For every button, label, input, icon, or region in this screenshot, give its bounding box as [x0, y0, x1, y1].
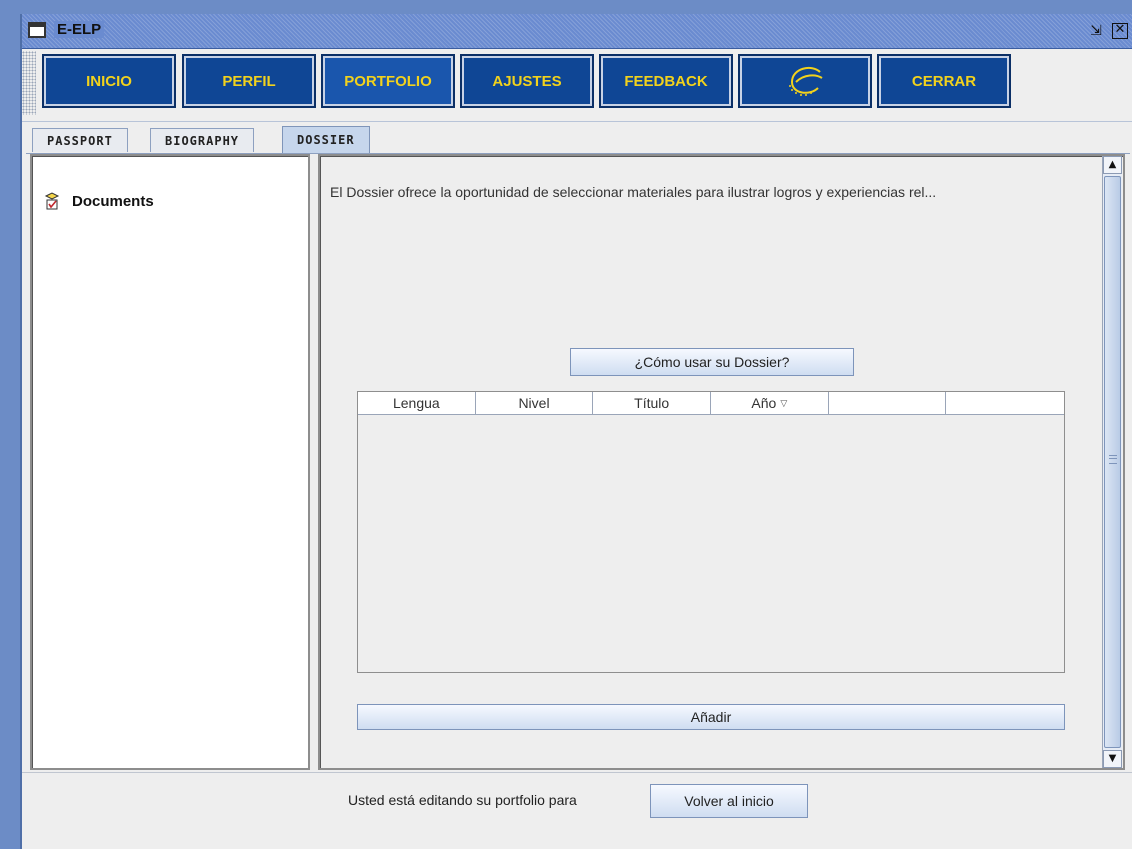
vertical-scrollbar[interactable]: ▲ ▼ — [1102, 156, 1122, 768]
council-of-europe-logo-icon — [789, 66, 823, 96]
scroll-up-icon[interactable]: ▲ — [1103, 156, 1122, 174]
section-tabs: PASSPORT BIOGRAPHY DOSSIER — [26, 126, 1132, 154]
documents-table[interactable]: Lengua Nivel Título Año ▽ — [357, 391, 1065, 673]
nav-ajustes-button[interactable]: AJUSTES — [460, 54, 594, 108]
document-tree-panel: Documents — [30, 154, 310, 770]
main-nav-bar: INICIO PERFIL PORTFOLIO AJUSTES FEEDBACK… — [22, 49, 1132, 122]
toolbar-grip[interactable] — [22, 51, 36, 115]
table-header: Lengua Nivel Título Año ▽ — [358, 392, 1064, 415]
column-header-ano[interactable]: Año ▽ — [711, 392, 829, 414]
column-header-ano-label: Año — [751, 395, 777, 411]
column-header-titulo[interactable]: Título — [593, 392, 712, 414]
scroll-thumb[interactable] — [1104, 176, 1121, 748]
nav-feedback-button[interactable]: FEEDBACK — [599, 54, 733, 108]
footer-divider — [22, 772, 1132, 773]
window-title: E-ELP — [54, 21, 105, 38]
column-header-nivel[interactable]: Nivel — [476, 392, 594, 414]
back-to-home-button[interactable]: Volver al inicio — [650, 784, 808, 818]
restore-icon[interactable]: ⇲ — [1088, 23, 1104, 39]
scroll-grip-icon — [1109, 455, 1117, 464]
nav-perfil-button[interactable]: PERFIL — [182, 54, 316, 108]
dossier-panel: El Dossier ofrece la oportunidad de sele… — [318, 154, 1125, 770]
window-icon — [28, 22, 46, 38]
document-check-icon — [44, 192, 60, 210]
scroll-down-icon[interactable]: ▼ — [1103, 750, 1122, 768]
tree-item-documents[interactable]: Documents — [44, 192, 154, 210]
column-header-empty-1[interactable] — [829, 392, 947, 414]
nav-cerrar-button[interactable]: CERRAR — [877, 54, 1011, 108]
column-header-empty-2[interactable] — [946, 392, 1064, 414]
tree-item-label: Documents — [72, 192, 154, 210]
nav-inicio-button[interactable]: INICIO — [42, 54, 176, 108]
sort-descending-icon: ▽ — [780, 397, 788, 408]
dossier-description: El Dossier ofrece la oportunidad de sele… — [330, 184, 937, 200]
nav-portfolio-button[interactable]: PORTFOLIO — [321, 54, 455, 108]
close-icon[interactable]: ✕ — [1112, 23, 1128, 39]
title-bar[interactable]: E-ELP ⇲ ✕ — [22, 14, 1132, 49]
tab-passport[interactable]: PASSPORT — [32, 128, 128, 152]
nav-logo-button[interactable] — [738, 54, 872, 108]
app-window: E-ELP ⇲ ✕ INICIO PERFIL PORTFOLIO AJUSTE… — [20, 14, 1132, 849]
column-header-lengua[interactable]: Lengua — [358, 392, 476, 414]
add-document-button[interactable]: Añadir — [357, 704, 1065, 730]
tab-dossier[interactable]: DOSSIER — [282, 126, 370, 154]
how-to-use-button[interactable]: ¿Cómo usar su Dossier? — [570, 348, 854, 376]
footer-status-text: Usted está editando su portfolio para — [348, 792, 577, 808]
tab-biography[interactable]: BIOGRAPHY — [150, 128, 255, 152]
